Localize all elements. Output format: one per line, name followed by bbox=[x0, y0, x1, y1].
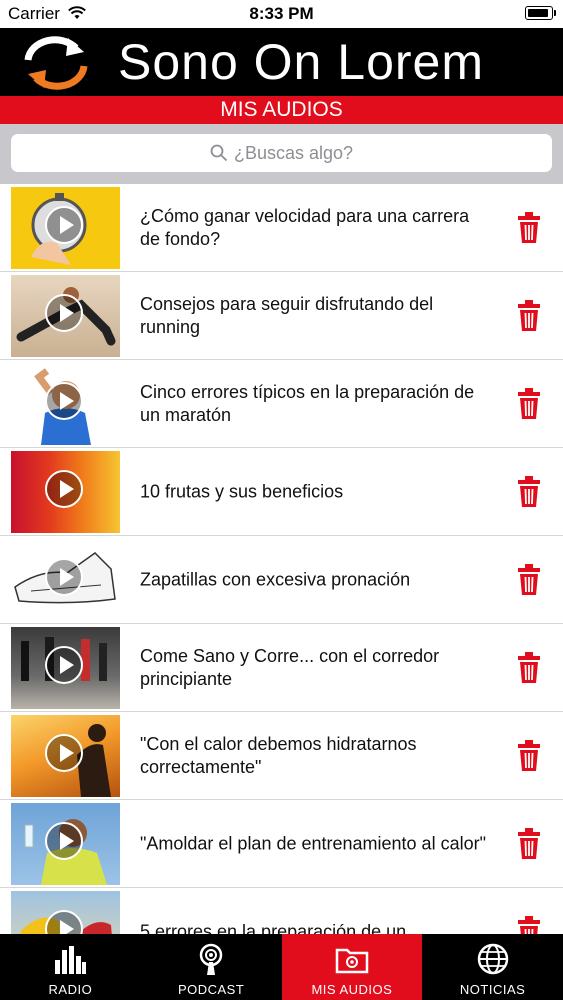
globe-icon bbox=[477, 943, 508, 975]
audio-list[interactable]: ¿Cómo ganar velocidad para una carrera d… bbox=[0, 184, 563, 934]
podcast-icon bbox=[199, 943, 223, 975]
status-time: 8:33 PM bbox=[249, 4, 314, 23]
play-icon[interactable] bbox=[45, 382, 83, 420]
tab-label: NOTICIAS bbox=[459, 982, 526, 997]
refresh-logo-icon[interactable] bbox=[18, 34, 94, 92]
search-input[interactable]: ¿Buscas algo? bbox=[11, 134, 552, 172]
tab-label: PODCAST bbox=[177, 982, 245, 997]
tab-bar: RADIO PODCAST MIS AUDIOS NOTICIAS bbox=[0, 934, 563, 1000]
list-item[interactable]: Zapatillas con excesiva pronación bbox=[0, 536, 563, 624]
app-title: Sono On Lorem bbox=[118, 34, 484, 90]
audio-title: Zapatillas con excesiva pronación bbox=[140, 569, 411, 589]
section-title: MIS AUDIOS bbox=[0, 96, 563, 124]
thumbnail-stopwatch[interactable] bbox=[11, 187, 120, 269]
search-bar: ¿Buscas algo? bbox=[0, 124, 563, 184]
list-item[interactable]: Cinco errores típicos en la preparación … bbox=[0, 360, 563, 448]
status-bar: Carrier 8:33 PM bbox=[0, 0, 563, 28]
tab-label: MIS AUDIOS bbox=[311, 982, 393, 997]
trash-icon[interactable] bbox=[516, 563, 542, 596]
thumbnail-marathon[interactable] bbox=[11, 891, 120, 934]
thumbnail-runners[interactable] bbox=[11, 627, 120, 709]
trash-icon[interactable] bbox=[516, 211, 542, 244]
audio-title: ¿Cómo ganar velocidad para una carrera d… bbox=[140, 205, 470, 249]
trash-icon[interactable] bbox=[516, 827, 542, 860]
thumbnail-drinking-runner[interactable] bbox=[11, 803, 120, 885]
tab-radio[interactable]: RADIO bbox=[0, 934, 141, 1000]
thumbnail-runner-tired[interactable] bbox=[11, 363, 120, 445]
play-icon[interactable] bbox=[45, 558, 83, 596]
play-icon[interactable] bbox=[45, 646, 83, 684]
audio-title: Consejos para seguir disfrutando del run… bbox=[140, 293, 434, 337]
tab-podcast[interactable]: PODCAST bbox=[141, 934, 282, 1000]
audio-title: Cinco errores típicos en la preparación … bbox=[140, 381, 475, 425]
trash-icon[interactable] bbox=[516, 915, 542, 935]
search-placeholder: ¿Buscas algo? bbox=[233, 142, 354, 163]
list-item[interactable]: Come Sano y Corre... con el corredor pri… bbox=[0, 624, 563, 712]
audio-title: 5 errores en la preparación de un bbox=[140, 921, 407, 934]
list-item[interactable]: "Con el calor debemos hidratarnos correc… bbox=[0, 712, 563, 800]
tab-noticias[interactable]: NOTICIAS bbox=[422, 934, 563, 1000]
thumbnail-sunset-runner[interactable] bbox=[11, 715, 120, 797]
list-item[interactable]: 5 errores en la preparación de un bbox=[0, 888, 563, 934]
folder-podcast-icon bbox=[335, 948, 369, 974]
play-icon[interactable] bbox=[45, 294, 83, 332]
trash-icon[interactable] bbox=[516, 475, 542, 508]
list-item[interactable]: ¿Cómo ganar velocidad para una carrera d… bbox=[0, 184, 563, 272]
audio-title: "Amoldar el plan de entrenamiento al cal… bbox=[140, 833, 486, 853]
thumbnail-fruits[interactable] bbox=[11, 451, 120, 533]
list-item[interactable]: "Amoldar el plan de entrenamiento al cal… bbox=[0, 800, 563, 888]
search-icon bbox=[210, 144, 228, 162]
audio-title: Come Sano y Corre... con el corredor pri… bbox=[140, 645, 440, 689]
app-header: Sono On Lorem bbox=[0, 28, 563, 96]
trash-icon[interactable] bbox=[516, 739, 542, 772]
play-icon[interactable] bbox=[45, 470, 83, 508]
equalizer-icon bbox=[55, 946, 87, 974]
list-item[interactable]: Consejos para seguir disfrutando del run… bbox=[0, 272, 563, 360]
play-icon[interactable] bbox=[45, 734, 83, 772]
battery-icon bbox=[525, 6, 556, 20]
list-item[interactable]: 10 frutas y sus beneficios bbox=[0, 448, 563, 536]
tab-label: RADIO bbox=[48, 982, 93, 997]
play-icon[interactable] bbox=[45, 206, 83, 244]
audio-title: 10 frutas y sus beneficios bbox=[140, 481, 344, 501]
thumbnail-stretching[interactable] bbox=[11, 275, 120, 357]
trash-icon[interactable] bbox=[516, 387, 542, 420]
tab-mis-audios[interactable]: MIS AUDIOS bbox=[281, 934, 423, 1000]
play-icon[interactable] bbox=[45, 822, 83, 860]
thumbnail-sneakers[interactable] bbox=[11, 539, 120, 621]
trash-icon[interactable] bbox=[516, 299, 542, 332]
audio-title: "Con el calor debemos hidratarnos correc… bbox=[140, 733, 417, 777]
trash-icon[interactable] bbox=[516, 651, 542, 684]
battery-fill bbox=[528, 9, 548, 17]
